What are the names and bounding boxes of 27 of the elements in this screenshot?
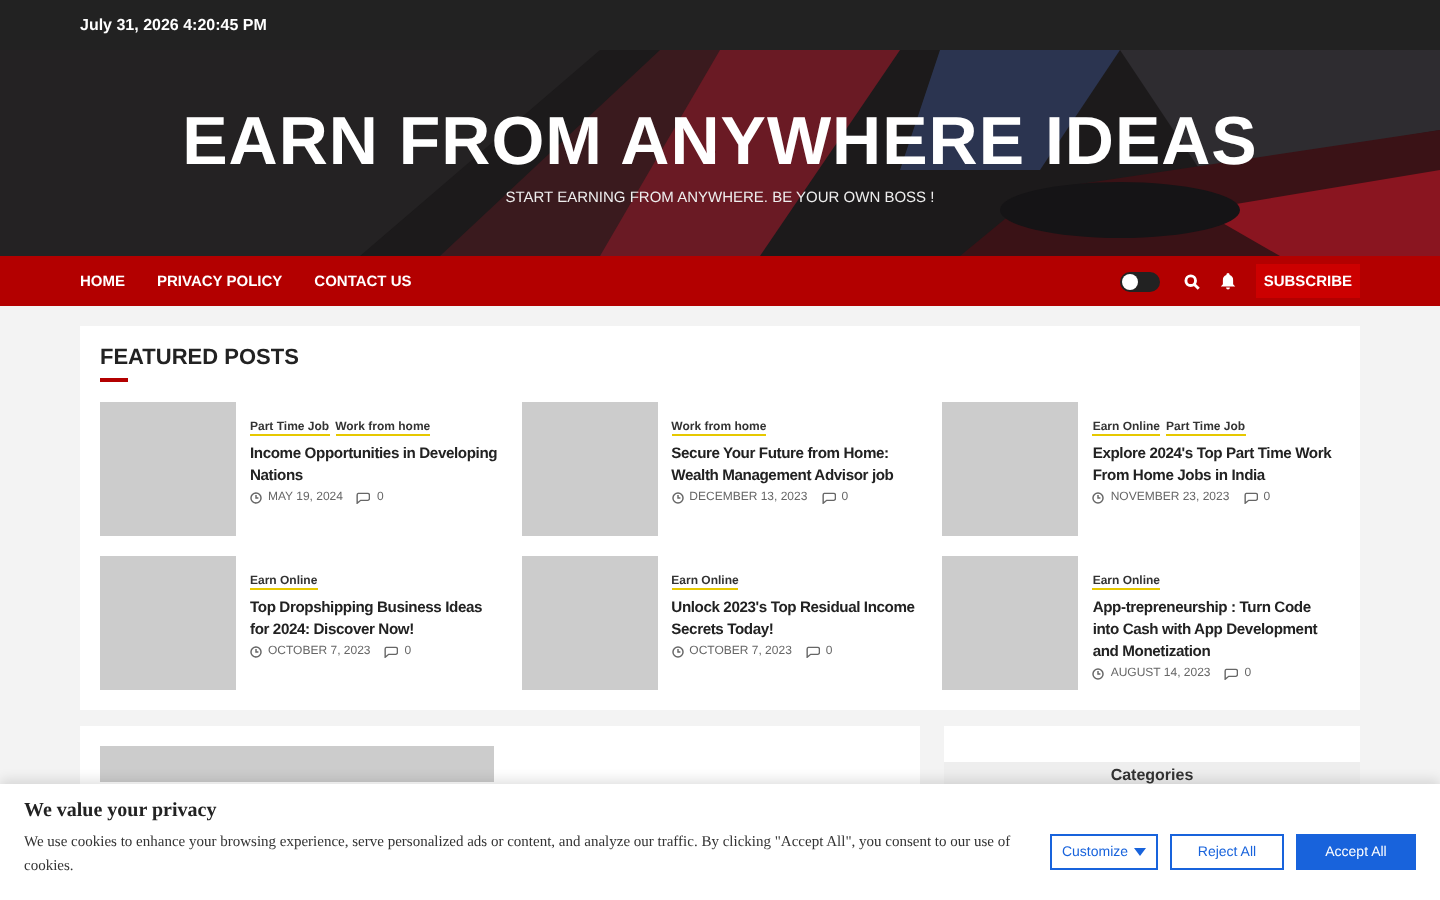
post-thumbnail[interactable] <box>942 402 1079 536</box>
post-thumbnail[interactable] <box>100 746 494 782</box>
cookie-title: We value your privacy <box>24 800 219 822</box>
bell-icon[interactable] <box>1219 272 1236 290</box>
section-heading: FEATURED POSTS <box>100 346 301 370</box>
comment-icon <box>384 646 399 658</box>
post-thumbnail[interactable] <box>942 556 1079 690</box>
comment-icon <box>1224 668 1239 680</box>
site-title[interactable]: EARN FROM ANYWHERE IDEAS <box>182 100 1258 184</box>
comment-icon <box>821 492 836 504</box>
search-icon[interactable] <box>1183 273 1200 289</box>
clock-icon <box>671 646 684 658</box>
post-thumbnail[interactable] <box>100 402 236 536</box>
caret-icon <box>1134 848 1147 856</box>
comment-icon <box>356 492 371 504</box>
clock-icon <box>1092 492 1105 504</box>
post-thumbnail[interactable] <box>521 556 658 690</box>
clock-icon <box>671 492 684 504</box>
date-time: July 31, 2026 4:20:45 PM <box>80 16 267 34</box>
post-thumbnail[interactable] <box>521 402 658 536</box>
comment-icon <box>805 646 820 658</box>
clock-icon <box>1092 668 1105 680</box>
post-thumbnail[interactable] <box>100 556 236 690</box>
dark-mode-toggle[interactable] <box>1119 271 1160 291</box>
comment-icon <box>1243 492 1258 504</box>
clock-icon <box>250 646 262 658</box>
clock-icon <box>250 492 262 504</box>
